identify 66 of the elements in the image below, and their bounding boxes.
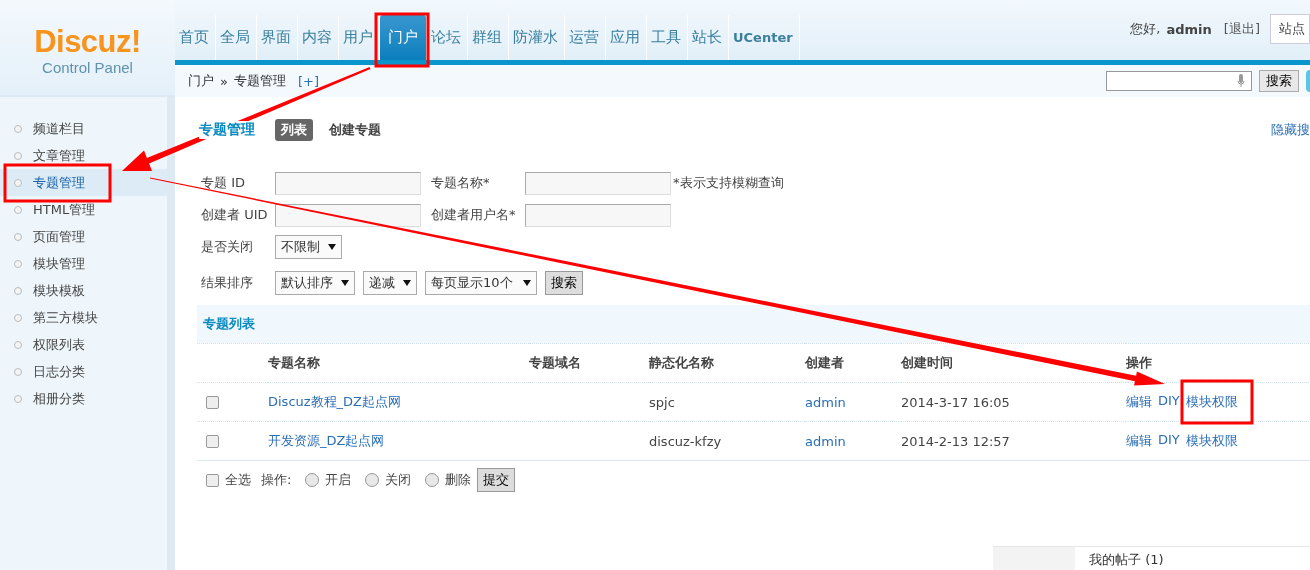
tab[interactable]: 列表: [275, 119, 313, 141]
action-link[interactable]: 编辑: [1126, 432, 1152, 450]
field-label: 结果排序: [201, 274, 254, 292]
topic-link[interactable]: Discuz教程_DZ起点网: [268, 394, 402, 409]
breadcrumb-item[interactable]: 门户: [188, 72, 214, 90]
sidebar-item[interactable]: 文章管理: [0, 142, 167, 169]
sidebar-item[interactable]: 频道栏目: [0, 115, 167, 142]
site-button[interactable]: 站点: [1270, 14, 1310, 44]
sidebar-item[interactable]: HTML管理: [0, 196, 167, 223]
field-label: 创建者 UID: [201, 206, 269, 224]
breadcrumb-item[interactable]: 专题管理: [233, 72, 286, 90]
nav-tab[interactable]: 门户: [380, 15, 427, 60]
sidebar-item[interactable]: 相册分类: [0, 385, 167, 412]
column-header: 创建时间: [901, 355, 953, 370]
sidebar-item[interactable]: 权限列表: [0, 331, 167, 358]
field-label: 是否关闭: [201, 238, 254, 256]
tab[interactable]: 创建专题: [323, 119, 387, 141]
search-button[interactable]: 搜索: [1259, 70, 1299, 92]
add-link[interactable]: [+]: [297, 73, 319, 89]
dropdown[interactable]: 默认排序: [275, 271, 355, 295]
column-header: 创建者: [805, 355, 844, 370]
logo: Discuz! Control Panel: [0, 0, 175, 97]
dropdown[interactable]: 每页显示10个: [425, 271, 537, 295]
table-cell: discuz-kfzy: [649, 433, 722, 449]
action-link[interactable]: 模块权限: [1185, 432, 1238, 450]
column-header: 静态化名称: [649, 355, 714, 370]
creator-link[interactable]: admin: [805, 433, 846, 449]
table-cell: spjc: [649, 394, 675, 410]
page-title: 专题管理: [199, 121, 255, 139]
checkbox-label: 全选: [225, 471, 251, 489]
column-header: 专题域名: [529, 355, 581, 370]
action-link[interactable]: 模块权限: [1185, 393, 1238, 411]
sidebar-item[interactable]: 第三方模块: [0, 304, 167, 331]
breadcrumb-separator: »: [220, 73, 228, 89]
radio-label: 开启: [325, 471, 352, 489]
toggle-search-link[interactable]: 隐藏搜: [1271, 121, 1310, 139]
sidebar-item[interactable]: 专题管理: [0, 169, 167, 196]
popup-text: 我的帖子 (1): [1088, 551, 1164, 569]
logout-link[interactable]: [退出]: [1223, 20, 1260, 38]
username: admin: [1166, 21, 1212, 37]
radio-label: 删除: [445, 471, 472, 489]
field-label: 专题 ID: [201, 174, 246, 192]
column-header: 操作: [1126, 355, 1152, 370]
topic-link[interactable]: 开发资源_DZ起点网: [268, 433, 385, 448]
field-label: 专题名称*: [431, 174, 491, 192]
hint-text: *表示支持模糊查询: [673, 174, 784, 192]
field-label: 创建者用户名*: [431, 206, 517, 224]
sidebar-item[interactable]: 模块模板: [0, 277, 167, 304]
greeting-text: 您好,: [1130, 20, 1161, 38]
sidebar-item[interactable]: 日志分类: [0, 358, 167, 385]
operation-label: 操作:: [261, 471, 292, 489]
creator-link[interactable]: admin: [805, 394, 846, 410]
sidebar-item[interactable]: 页面管理: [0, 223, 167, 250]
action-link[interactable]: DIY: [1158, 432, 1180, 450]
action-link[interactable]: 编辑: [1126, 393, 1152, 411]
submit-button[interactable]: 提交: [477, 468, 516, 492]
column-header: 专题名称: [268, 355, 320, 370]
radio-label: 关闭: [385, 471, 412, 489]
list-title: 专题列表: [203, 315, 255, 333]
table-cell: 2014-2-13 12:57: [901, 433, 1010, 449]
table-cell: 2014-3-17 16:05: [901, 394, 1010, 410]
sidebar-item[interactable]: 模块管理: [0, 250, 167, 277]
dropdown[interactable]: 不限制: [275, 235, 342, 259]
dropdown[interactable]: 递减: [363, 271, 417, 295]
action-link[interactable]: DIY: [1158, 393, 1180, 411]
search-button[interactable]: 搜索: [545, 271, 583, 295]
